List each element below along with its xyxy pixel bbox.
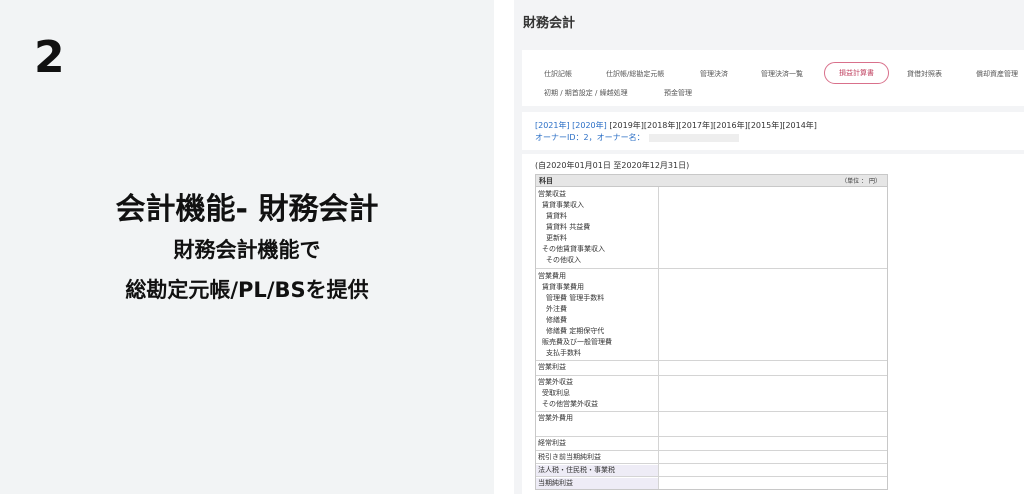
table-row: 営業外費用 bbox=[538, 414, 573, 422]
group-operating-revenue: 営業収益 賃貸事業収入 賃貸料 賃貸料 共益費 更新料 その他賃貸事業収入 その… bbox=[536, 189, 887, 269]
table-row: 賃貸料 bbox=[546, 212, 567, 220]
owner-label: オーナーID：2，オーナー名： bbox=[535, 133, 645, 142]
table-row: 販売費及び一般管理費 bbox=[542, 338, 612, 346]
table-header: 科目 （単位 ： 円） bbox=[536, 175, 887, 187]
promo-panel: 2 会計機能- 財務会計 財務会計機能で 総勘定元帳/PL/BSを提供 bbox=[0, 0, 494, 494]
table-row: 営業外収益 bbox=[538, 378, 573, 386]
owner-name-redacted bbox=[648, 133, 739, 142]
tab-general-ledger[interactable]: 仕訳帳/総勘定元帳 bbox=[606, 69, 664, 79]
table-row: 法人税・住民税・事業税 bbox=[538, 466, 615, 474]
group-net-income: 当期純利益 bbox=[536, 478, 887, 489]
app-screenshot: 財務会計 仕訳記帳 仕訳帳/総勘定元帳 管理決済 管理決済一覧 損益計算書 貸借… bbox=[514, 0, 1024, 494]
group-corporate-tax: 法人税・住民税・事業税 bbox=[536, 465, 887, 477]
tab-journal-entry[interactable]: 仕訳記帳 bbox=[544, 69, 572, 79]
step-number: 2 bbox=[34, 32, 65, 83]
table-row: 営業費用 bbox=[538, 272, 566, 280]
table-row: 税引き前当期純利益 bbox=[538, 453, 601, 461]
year-links: [2021年] [2020年] [2019年][2018年][2017年][20… bbox=[535, 120, 817, 131]
tab-initial-settings[interactable]: 初期 / 期首設定 / 繰越処理 bbox=[544, 88, 628, 98]
table-row: 賃貸料 共益費 bbox=[546, 223, 591, 231]
tab-deposit-management[interactable]: 預金管理 bbox=[664, 88, 692, 98]
headline: 会計機能- 財務会計 bbox=[115, 192, 379, 227]
owner-info: オーナーID：2，オーナー名： bbox=[535, 132, 739, 143]
year-link-2020[interactable]: [2020年] bbox=[572, 121, 607, 130]
column-header-account: 科目 bbox=[539, 177, 553, 185]
table-row: 営業利益 bbox=[538, 363, 566, 371]
subline-1: 財務会計機能で bbox=[173, 238, 321, 262]
group-non-operating-revenue: 営業外収益 受取利息 その他営業外収益 bbox=[536, 377, 887, 412]
group-operating-expenses: 営業費用 賃貸事業費用 管理費 管理手数料 外注費 修繕費 修繕費 定期保守代 … bbox=[536, 271, 887, 361]
group-operating-income: 営業利益 bbox=[536, 362, 887, 376]
unit-label: （単位 ： 円） bbox=[841, 178, 881, 185]
table-row: その他賃貸事業収入 bbox=[542, 245, 605, 253]
year-link-2021[interactable]: [2021年] bbox=[535, 121, 570, 130]
table-row: 賃貸事業費用 bbox=[542, 283, 584, 291]
table-row: その他営業外収益 bbox=[542, 400, 598, 408]
table-row: 外注費 bbox=[546, 305, 567, 313]
tab-management-settlement-list[interactable]: 管理決済一覧 bbox=[761, 69, 803, 79]
tab-management-settlement[interactable]: 管理決済 bbox=[700, 69, 728, 79]
table-row: 受取利息 bbox=[542, 389, 570, 397]
group-pretax-income: 税引き前当期純利益 bbox=[536, 452, 887, 464]
table-row: 修繕費 定期保守代 bbox=[546, 327, 605, 335]
tab-balance-sheet[interactable]: 貸借対照表 bbox=[907, 69, 942, 79]
subline-2: 総勘定元帳/PL/BSを提供 bbox=[125, 278, 369, 302]
table-row: 当期純利益 bbox=[538, 479, 573, 487]
period-range: (自2020年01月01日 至2020年12月31日) bbox=[535, 161, 690, 170]
table-row: 賃貸事業収入 bbox=[542, 201, 584, 209]
tab-income-statement[interactable]: 損益計算書 bbox=[824, 62, 889, 84]
group-non-operating-expenses: 営業外費用 bbox=[536, 413, 887, 437]
table-row: 管理費 管理手数料 bbox=[546, 294, 605, 302]
year-links-other[interactable]: [2019年][2018年][2017年][2016年][2015年][2014… bbox=[609, 121, 817, 130]
income-statement-table: 科目 （単位 ： 円） 営業収益 賃貸事業収入 賃貸料 賃貸料 共益費 更新料 … bbox=[535, 174, 888, 490]
page-title: 財務会計 bbox=[523, 16, 576, 31]
tab-depreciable-assets[interactable]: 償却資産管理 bbox=[976, 69, 1018, 79]
group-ordinary-income: 経常利益 bbox=[536, 438, 887, 451]
table-row: 修繕費 bbox=[546, 316, 567, 324]
year-selector: [2021年] [2020年] [2019年][2018年][2017年][20… bbox=[522, 112, 1024, 150]
table-row: その他収入 bbox=[546, 256, 581, 264]
table-row: 支払手数料 bbox=[546, 349, 581, 357]
table-row: 経常利益 bbox=[538, 439, 566, 447]
table-row: 更新料 bbox=[546, 234, 567, 242]
tab-bar: 仕訳記帳 仕訳帳/総勘定元帳 管理決済 管理決済一覧 損益計算書 貸借対照表 償… bbox=[522, 50, 1024, 106]
table-row: 営業収益 bbox=[538, 190, 566, 198]
income-statement-card: (自2020年01月01日 至2020年12月31日) 科目 （単位 ： 円） … bbox=[522, 154, 1024, 494]
